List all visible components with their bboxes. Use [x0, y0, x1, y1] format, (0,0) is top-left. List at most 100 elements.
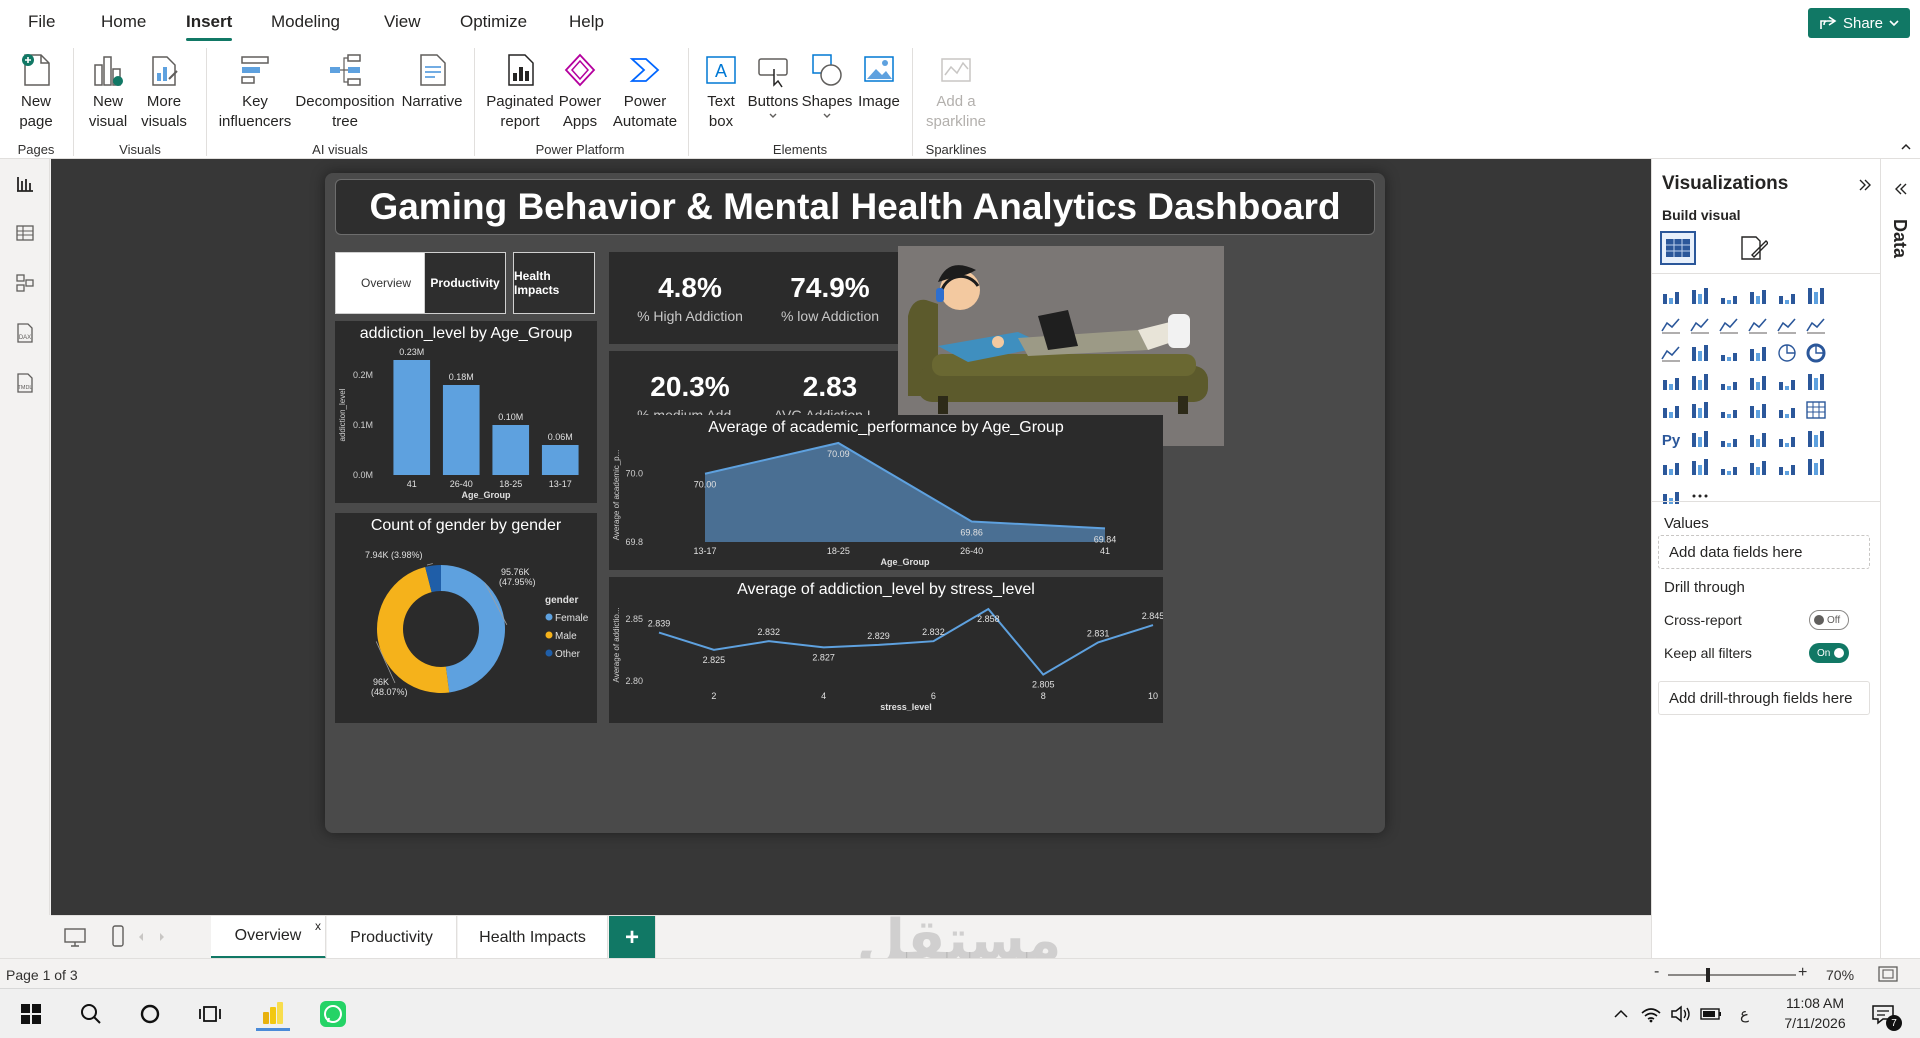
kpi-icon[interactable]: [1716, 397, 1742, 423]
key-influencers-visual-icon[interactable]: [1687, 426, 1713, 452]
paginated-report-visual-icon[interactable]: [1803, 426, 1829, 452]
build-visual-tab[interactable]: [1660, 231, 1696, 265]
shape-map-icon[interactable]: [1745, 369, 1771, 395]
more-visuals-icon[interactable]: [1687, 483, 1713, 509]
buttons-button[interactable]: Buttons: [746, 50, 800, 120]
whatsapp-icon[interactable]: [316, 997, 350, 1031]
power-automate-flow-icon[interactable]: [1658, 483, 1684, 509]
narrative-visual-icon[interactable]: [1774, 426, 1800, 452]
nav-overview-button[interactable]: Overview: [335, 252, 437, 314]
100-stacked-column-chart-icon[interactable]: [1803, 283, 1829, 309]
funnel-chart-icon[interactable]: [1716, 340, 1742, 366]
stacked-column-chart-icon[interactable]: [1687, 283, 1713, 309]
new-page-button[interactable]: New page: [10, 50, 62, 132]
close-tab-icon[interactable]: x: [315, 919, 321, 933]
waterfall-chart-icon[interactable]: [1687, 340, 1713, 366]
table-icon[interactable]: [1774, 397, 1800, 423]
nav-health-impacts-button[interactable]: Health Impacts: [513, 252, 595, 314]
100-stacked-area-chart-icon[interactable]: [1745, 312, 1771, 338]
key-influencers-button[interactable]: Key influencers: [216, 50, 294, 132]
zoom-slider[interactable]: [1668, 968, 1796, 982]
share-button[interactable]: Share: [1808, 8, 1910, 38]
zoom-level[interactable]: 70%: [1826, 967, 1854, 983]
100-stacked-bar-chart-icon[interactable]: [1774, 283, 1800, 309]
scroll-left-icon[interactable]: [137, 932, 145, 942]
image-button[interactable]: Image: [854, 50, 904, 112]
stacked-area-chart-icon[interactable]: [1716, 312, 1742, 338]
menu-view[interactable]: View: [384, 12, 421, 32]
nav-productivity-button[interactable]: Productivity: [424, 252, 506, 314]
image-visual-icon[interactable]: [1745, 454, 1771, 480]
volume-icon[interactable]: [1664, 997, 1698, 1031]
narrative-button[interactable]: Narrative: [398, 50, 466, 112]
windows-start-icon[interactable]: [14, 997, 48, 1031]
notifications-icon[interactable]: 7: [1866, 997, 1902, 1031]
stacked-bar-chart-icon[interactable]: [1658, 283, 1684, 309]
search-icon[interactable]: [74, 997, 108, 1031]
show-hidden-icons[interactable]: [1604, 997, 1638, 1031]
azure-map-icon[interactable]: [1774, 369, 1800, 395]
drill-through-well[interactable]: Add drill-through fields here: [1658, 681, 1870, 715]
text-box-button[interactable]: A Text box: [696, 50, 746, 132]
page-tab-health-impacts[interactable]: Health Impacts: [458, 916, 608, 959]
power-apps-visual-icon[interactable]: [1687, 454, 1713, 480]
shapes-button[interactable]: Shapes: [802, 50, 852, 120]
clustered-column-chart-icon[interactable]: [1745, 283, 1771, 309]
table-view-icon[interactable]: [13, 221, 37, 245]
treemap-icon[interactable]: [1658, 369, 1684, 395]
power-apps-button[interactable]: Power Apps: [556, 50, 604, 132]
card-icon[interactable]: [1658, 397, 1684, 423]
input-language-indicator[interactable]: ع: [1740, 1005, 1749, 1023]
wifi-icon[interactable]: [1634, 997, 1668, 1031]
cross-report-toggle[interactable]: Off: [1809, 610, 1849, 630]
line-chart-icon[interactable]: [1658, 312, 1684, 338]
arcgis-icon[interactable]: [1658, 454, 1684, 480]
menu-optimize[interactable]: Optimize: [460, 12, 527, 32]
clock-date[interactable]: 7/11/2026: [1780, 1015, 1850, 1031]
line-and-clustered-column-chart-icon[interactable]: [1803, 312, 1829, 338]
values-well[interactable]: Add data fields here: [1658, 535, 1870, 569]
collapse-ribbon-icon[interactable]: [1900, 142, 1912, 152]
menu-help[interactable]: Help: [569, 12, 604, 32]
decomposition-tree-button[interactable]: Decomposition tree: [294, 50, 396, 132]
menu-file[interactable]: File: [28, 12, 55, 32]
zoom-slider-thumb[interactable]: [1706, 968, 1710, 982]
bar-chart-panel[interactable]: addiction_level by Age_Group 0.0M 0.1M 0.2…: [335, 321, 597, 503]
format-visual-tab[interactable]: [1738, 233, 1769, 268]
power-automate-button[interactable]: Power Automate: [610, 50, 680, 132]
new-visual-button[interactable]: New visual: [84, 50, 132, 132]
task-view-icon[interactable]: [193, 997, 227, 1031]
scatter-chart-icon[interactable]: [1745, 340, 1771, 366]
slicer-icon[interactable]: [1745, 397, 1771, 423]
line-and-stacked-column-chart-icon[interactable]: [1774, 312, 1800, 338]
page-tab-overview[interactable]: Overview x: [211, 916, 326, 959]
qa-visual-icon[interactable]: [1745, 426, 1771, 452]
page-tab-productivity[interactable]: Productivity: [327, 916, 457, 959]
add-sparkline-button[interactable]: Add a sparkline: [922, 50, 990, 132]
line-chart-panel[interactable]: Average of addiction_level by stress_lev…: [609, 577, 1163, 723]
keep-filters-toggle[interactable]: On: [1809, 643, 1849, 663]
area-chart-icon[interactable]: [1687, 312, 1713, 338]
area-chart-panel[interactable]: Average of academic_performance by Age_G…: [609, 415, 1163, 570]
map-icon[interactable]: [1687, 369, 1713, 395]
cortana-icon[interactable]: [133, 997, 167, 1031]
scroll-right-icon[interactable]: [158, 932, 166, 942]
pie-chart-icon[interactable]: [1774, 340, 1800, 366]
menu-insert[interactable]: Insert: [186, 12, 233, 41]
multi-row-card-icon[interactable]: [1687, 397, 1713, 423]
collapse-pane-icon[interactable]: [1858, 179, 1872, 191]
mobile-layout-icon[interactable]: [111, 924, 125, 948]
decomposition-tree-visual-icon[interactable]: [1716, 426, 1742, 452]
clustered-bar-chart-icon[interactable]: [1716, 283, 1742, 309]
report-canvas[interactable]: Gaming Behavior & Mental Health Analytic…: [51, 159, 1651, 915]
add-page-button[interactable]: +: [609, 916, 656, 959]
power-automate-visual-icon[interactable]: [1716, 454, 1742, 480]
donut-chart-panel[interactable]: Count of gender by gender 95.76K (47.95%)…: [335, 513, 597, 723]
python-visual-icon[interactable]: Py: [1658, 426, 1684, 452]
filled-map-icon[interactable]: [1716, 369, 1742, 395]
dax-query-view-icon[interactable]: DAX: [13, 321, 37, 345]
button-slicer-icon[interactable]: [1803, 454, 1829, 480]
zoom-out-button[interactable]: -: [1654, 963, 1659, 981]
data-pane-collapsed[interactable]: Data: [1880, 159, 1920, 958]
fit-to-page-icon[interactable]: [1878, 966, 1898, 982]
